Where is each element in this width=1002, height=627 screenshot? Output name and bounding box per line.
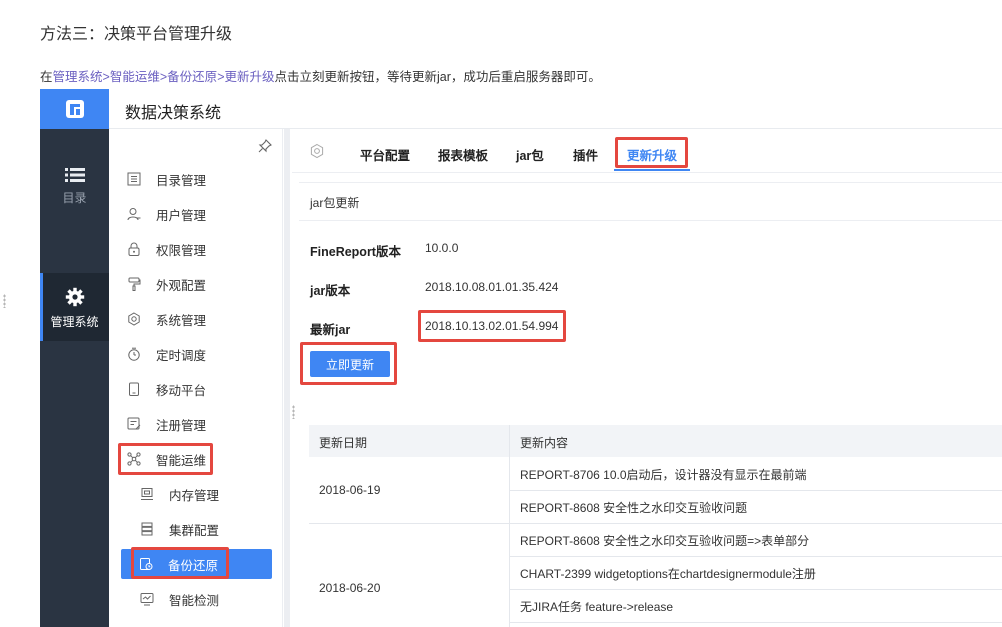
menu-label: 移动平台 [156, 383, 207, 398]
menu-label: 智能检测 [169, 593, 220, 608]
menu-item-ops[interactable]: 智能运维 [126, 444, 206, 474]
latest-jar-value: 2018.10.13.02.01.54.994 [425, 319, 559, 333]
row-divider [309, 523, 1002, 524]
path-link-ops[interactable]: 智能运维 [110, 70, 160, 84]
list-icon [64, 168, 85, 182]
update-panel [299, 182, 1002, 627]
paint-roller-icon [126, 276, 142, 292]
row-divider [509, 490, 1002, 491]
path-sep: > [102, 70, 110, 84]
monitor-icon [139, 591, 155, 607]
update-now-button[interactable]: 立即更新 [310, 351, 390, 377]
nav-rail: 目录 管理系统 [40, 129, 109, 627]
register-icon [126, 416, 142, 432]
menu-item-schedule[interactable]: 定时调度 [126, 339, 206, 369]
jar-version-value: 2018.10.08.01.01.35.424 [425, 280, 559, 294]
menu-item-system[interactable]: 系统管理 [126, 304, 206, 334]
memory-icon [139, 486, 155, 502]
tab-report-template[interactable]: 报表模板 [438, 145, 488, 164]
gear-icon [65, 287, 84, 307]
sidebar-scrollbar[interactable] [284, 129, 290, 627]
settings-icon[interactable] [309, 143, 325, 159]
menu-label: 系统管理 [156, 313, 207, 328]
path-sep: > [217, 70, 225, 84]
table-cell-content: REPORT-8608 安全性之水印交互验收问题=>表单部分 [520, 534, 810, 548]
mobile-icon [126, 381, 142, 397]
menu-label: 目录管理 [156, 173, 207, 188]
menu-label: 智能运维 [156, 453, 207, 468]
backup-icon [138, 556, 154, 572]
lock-icon [126, 241, 142, 257]
table-cell-date: 2018-06-19 [319, 483, 381, 497]
menu-item-monitor[interactable]: 智能检测 [139, 584, 219, 614]
menu-item-appearance[interactable]: 外观配置 [126, 269, 206, 299]
menu-item-permissions[interactable]: 权限管理 [126, 234, 206, 264]
path-link-update[interactable]: 更新升级 [225, 70, 275, 84]
column-divider [509, 425, 510, 627]
doc-heading: 方法三：决策平台管理升级 [40, 26, 233, 43]
app-logo[interactable] [40, 89, 109, 129]
panel-title: jar包更新 [310, 196, 360, 210]
tab-jar[interactable]: jar包 [516, 145, 544, 164]
path-link-backup[interactable]: 备份还原 [167, 70, 217, 84]
column-header-content: 更新内容 [520, 436, 569, 450]
resize-handle[interactable] [3, 294, 6, 308]
rail-item-management[interactable]: 管理系统 [40, 273, 109, 341]
panel-resize-handle[interactable] [292, 405, 295, 419]
doc-instruction: 在管理系统>智能运维>备份还原>更新升级点击立刻更新按钮，等待更新jar，成功后… [40, 66, 601, 85]
fr-version-label: FineReport版本 [310, 245, 401, 259]
table-cell-content: 无JIRA任务 feature->release [520, 600, 674, 614]
fr-version-value: 10.0.0 [425, 241, 459, 255]
menu-item-mobile[interactable]: 移动平台 [126, 374, 206, 404]
menu-item-directory[interactable]: 目录管理 [126, 164, 206, 194]
menu-item-register[interactable]: 注册管理 [126, 409, 206, 439]
row-divider [509, 556, 1002, 557]
pin-icon[interactable] [258, 139, 272, 158]
panel-divider [299, 220, 1002, 221]
menu-label: 注册管理 [156, 418, 207, 433]
menu-item-memory[interactable]: 内存管理 [139, 479, 219, 509]
tab-active-indicator [614, 169, 690, 171]
menu-label: 权限管理 [156, 243, 207, 258]
menu-item-users[interactable]: 用户管理 [126, 199, 206, 229]
latest-jar-label: 最新jar [310, 323, 351, 337]
row-divider [509, 589, 1002, 590]
menu-label: 定时调度 [156, 348, 207, 363]
menu-label: 外观配置 [156, 278, 207, 293]
table-cell-content: REPORT-8706 10.0启动后，设计器没有显示在最前端 [520, 468, 807, 482]
user-icon [126, 206, 142, 222]
logo-icon [65, 100, 84, 118]
rail-label: 目录 [62, 191, 87, 205]
tab-plugin[interactable]: 插件 [573, 145, 598, 164]
table-cell-content: CHART-2399 widgetoptions在chartdesignermo… [520, 567, 816, 581]
directory-icon [126, 171, 142, 187]
tab-platform-config[interactable]: 平台配置 [360, 145, 410, 164]
app-title: 数据决策系统 [125, 105, 222, 122]
row-divider [509, 622, 1002, 623]
tab-update[interactable]: 更新升级 [627, 145, 677, 164]
menu-label: 集群配置 [169, 523, 220, 538]
menu-label: 内存管理 [169, 488, 220, 503]
menu-item-cluster[interactable]: 集群配置 [139, 514, 219, 544]
timer-icon [126, 346, 142, 362]
path-link-management[interactable]: 管理系统 [53, 70, 103, 84]
cluster-icon [139, 521, 155, 537]
ops-icon [126, 451, 142, 467]
table-header: 更新日期 更新内容 [309, 425, 1002, 457]
table-cell-content: REPORT-8608 安全性之水印交互验收问题 [520, 501, 748, 515]
menu-label: 用户管理 [156, 208, 207, 223]
settings-icon [126, 311, 142, 327]
instruction-prefix: 在 [40, 70, 53, 84]
jar-version-label: jar版本 [310, 284, 351, 298]
table-cell-date: 2018-06-20 [319, 581, 381, 595]
column-header-date: 更新日期 [319, 436, 368, 450]
instruction-suffix: 点击立刻更新按钮，等待更新jar，成功后重启服务器即可。 [274, 70, 601, 84]
menu-item-backup[interactable]: 备份还原 [121, 549, 272, 579]
rail-item-directory[interactable]: 目录 [40, 167, 109, 206]
menu-label: 备份还原 [168, 558, 219, 573]
rail-label: 管理系统 [50, 315, 99, 329]
